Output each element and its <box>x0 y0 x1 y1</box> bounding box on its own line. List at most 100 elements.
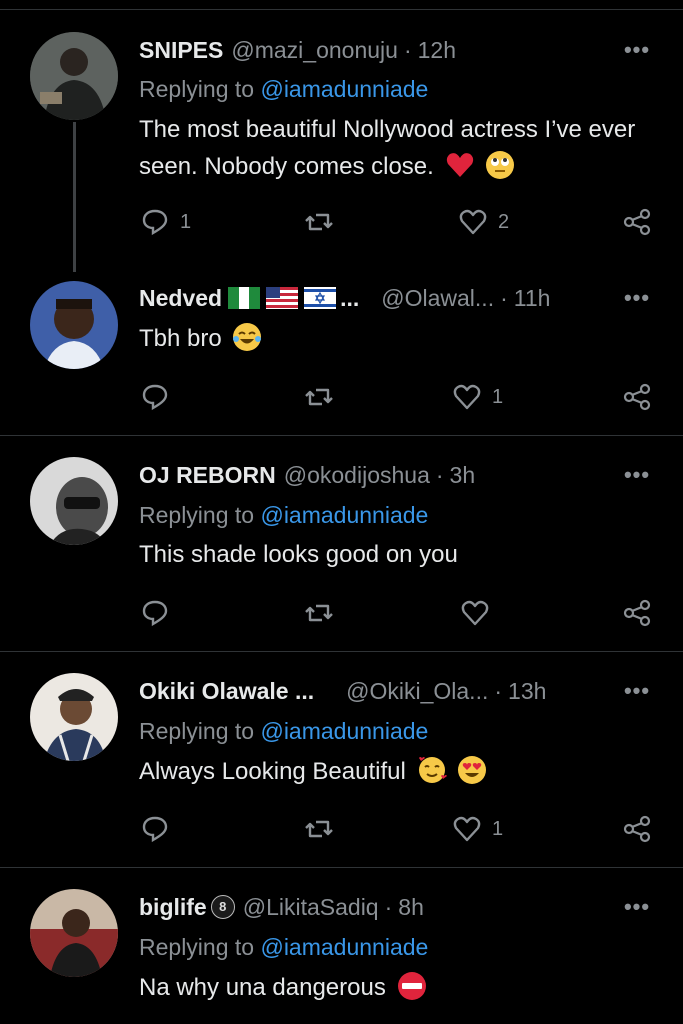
heart-icon <box>461 600 489 626</box>
tweet-header: SNIPES @mazi_ononuju · 12h <box>139 33 456 67</box>
like-button[interactable]: 1 <box>452 380 503 414</box>
replying-to-label: Replying to <box>139 934 261 960</box>
badge-icon: 8 <box>210 895 235 919</box>
replying-to-label: Replying to <box>139 502 261 528</box>
like-button[interactable]: 1 <box>452 812 503 846</box>
user-handle[interactable]: @mazi_ononuju <box>231 37 398 64</box>
retweet-button[interactable] <box>304 596 334 630</box>
tweet-actions: 1 2 <box>0 205 683 239</box>
replying-to: Replying to @iamadunniade <box>139 718 428 745</box>
tweet-divider <box>0 651 683 652</box>
mention-link[interactable]: @iamadunniade <box>260 718 428 744</box>
display-name[interactable]: Nedved <box>139 285 222 312</box>
no-entry-icon <box>397 971 427 1001</box>
more-options-icon[interactable]: ••• <box>620 464 654 490</box>
nigeria-flag-icon <box>228 287 261 309</box>
smiling-face-with-hearts-icon <box>417 755 447 785</box>
tweet-actions: 1 <box>0 812 683 846</box>
share-button[interactable] <box>622 205 652 239</box>
reply-button[interactable] <box>140 380 170 414</box>
retweet-button[interactable] <box>304 380 334 414</box>
user-handle[interactable]: @LikitaSadiq <box>243 894 379 921</box>
avatar[interactable] <box>30 673 118 761</box>
separator-dot: · <box>494 677 503 704</box>
usa-flag-icon <box>266 287 299 309</box>
mention-link[interactable]: @iamadunniade <box>260 502 428 528</box>
timestamp[interactable]: 8h <box>398 894 424 921</box>
timestamp[interactable]: 12h <box>418 37 456 64</box>
tweet-body: The most beautiful Nollywood actress I’v… <box>139 116 636 180</box>
tweet-body: Always Looking Beautiful <box>139 758 406 785</box>
timestamp[interactable]: 13h <box>508 678 546 705</box>
replying-to: Replying to @iamadunniade <box>139 502 428 529</box>
reply-button[interactable] <box>140 812 170 846</box>
avatar[interactable] <box>30 281 118 369</box>
name-ellipsis: ... <box>340 284 360 311</box>
timestamp[interactable]: 11h <box>514 285 551 312</box>
tweet-header: Okiki Olawale ... @Okiki_Ola... · 13h <box>139 674 546 708</box>
heart-icon <box>459 209 487 235</box>
avatar[interactable] <box>30 457 118 545</box>
display-name[interactable]: Okiki Olawale ... <box>139 678 314 705</box>
red-heart-icon <box>445 150 475 180</box>
separator-dot: · <box>435 461 444 488</box>
like-button[interactable] <box>460 596 490 630</box>
tweet-body: Na why una dangerous <box>139 974 386 1001</box>
share-icon <box>623 599 651 627</box>
retweet-button[interactable] <box>304 205 334 239</box>
share-icon <box>623 815 651 843</box>
reply-icon <box>142 209 168 236</box>
thread-connector <box>73 122 76 272</box>
reply-icon <box>142 384 168 411</box>
like-count: 1 <box>492 385 504 408</box>
user-handle[interactable]: @Okiki_Ola... <box>346 678 488 705</box>
retweet-icon <box>305 213 333 231</box>
display-name[interactable]: biglife <box>139 894 207 921</box>
share-button[interactable] <box>622 812 652 846</box>
separator-dot: · <box>384 893 393 920</box>
display-name[interactable]: SNIPES <box>139 37 223 64</box>
heart-icon <box>453 816 481 842</box>
more-options-icon[interactable]: ••• <box>620 39 654 65</box>
replying-to: Replying to @iamadunniade <box>139 934 428 961</box>
replying-to-label: Replying to <box>139 718 261 744</box>
user-handle[interactable]: @okodijoshua <box>284 462 430 489</box>
avatar[interactable] <box>30 32 118 120</box>
like-count: 2 <box>498 210 510 233</box>
timestamp[interactable]: 3h <box>450 462 476 489</box>
tweet-text: Tbh bro <box>139 320 659 357</box>
reply-button[interactable]: 1 <box>140 205 191 239</box>
tweet-body: Tbh bro <box>139 325 222 352</box>
mention-link[interactable]: @iamadunniade <box>260 76 428 102</box>
more-options-icon[interactable]: ••• <box>620 287 654 313</box>
reply-button[interactable] <box>140 596 170 630</box>
tweet-text: Always Looking Beautiful <box>139 753 659 790</box>
share-icon <box>623 208 651 236</box>
tweet-text: This shade looks good on you <box>139 536 659 573</box>
like-button[interactable]: 2 <box>458 205 509 239</box>
mention-link[interactable]: @iamadunniade <box>260 934 428 960</box>
avatar[interactable] <box>30 889 118 977</box>
replying-to-label: Replying to <box>139 76 261 102</box>
tweet-text: The most beautiful Nollywood actress I’v… <box>139 111 659 185</box>
tears-of-joy-icon <box>232 322 262 352</box>
heart-icon <box>453 384 481 410</box>
user-handle[interactable]: @Olawal... <box>381 285 494 312</box>
tweet-header: OJ REBORN @okodijoshua · 3h <box>139 458 475 492</box>
more-options-icon[interactable]: ••• <box>620 680 654 706</box>
like-count: 1 <box>492 817 504 840</box>
retweet-icon <box>305 604 333 622</box>
tweet-divider <box>0 435 683 436</box>
tweet-header: Nedved ... @Olawal... · 11h <box>139 281 550 315</box>
rolling-eyes-icon <box>485 150 515 180</box>
tweet-actions: 1 <box>0 380 683 414</box>
retweet-icon <box>305 820 333 838</box>
share-button[interactable] <box>622 380 652 414</box>
more-options-icon[interactable]: ••• <box>620 896 654 922</box>
tweet-actions <box>0 596 683 630</box>
retweet-button[interactable] <box>304 812 334 846</box>
display-name[interactable]: OJ REBORN <box>139 462 276 489</box>
share-button[interactable] <box>622 596 652 630</box>
reply-count: 1 <box>180 210 192 233</box>
reply-icon <box>142 600 168 627</box>
